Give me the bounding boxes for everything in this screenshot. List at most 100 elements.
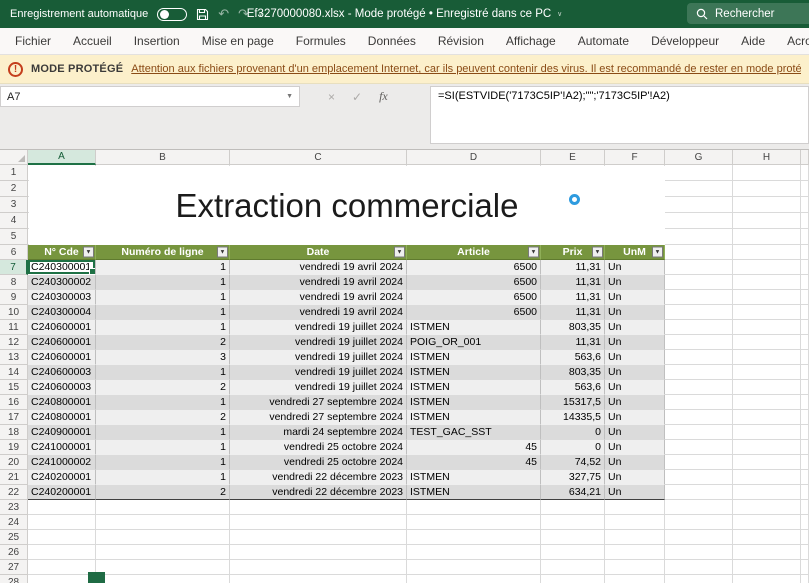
cell-A26[interactable] [28, 545, 96, 560]
row-header-17[interactable]: 17 [0, 410, 28, 425]
row-header-24[interactable]: 24 [0, 515, 28, 530]
cell-C15[interactable]: vendredi 19 juillet 2024 [230, 380, 407, 395]
cell-G8[interactable] [665, 275, 733, 290]
cell-F6[interactable]: UnM▼ [605, 245, 665, 260]
cell-D22[interactable]: ISTMEN [407, 485, 541, 500]
cell-C26[interactable] [230, 545, 407, 560]
cell-G27[interactable] [665, 560, 733, 575]
cell-B18[interactable]: 1 [96, 425, 230, 440]
cell-G9[interactable] [665, 290, 733, 305]
row-header-7[interactable]: 7 [0, 260, 28, 275]
cell-H16[interactable] [733, 395, 801, 410]
cell-H27[interactable] [733, 560, 801, 575]
cell-B23[interactable] [96, 500, 230, 515]
cell-B15[interactable]: 2 [96, 380, 230, 395]
cell-E26[interactable] [541, 545, 605, 560]
cell-G13[interactable] [665, 350, 733, 365]
cell-F21[interactable]: Un [605, 470, 665, 485]
cell-B12[interactable]: 2 [96, 335, 230, 350]
cell-E11[interactable]: 803,35 [541, 320, 605, 335]
cell-D23[interactable] [407, 500, 541, 515]
cell-G7[interactable] [665, 260, 733, 275]
cell-C7[interactable]: vendredi 19 avril 2024 [230, 260, 407, 275]
cell-C19[interactable]: vendredi 25 octobre 2024 [230, 440, 407, 455]
cell-A13[interactable]: C240600001 [28, 350, 96, 365]
row-header-18[interactable]: 18 [0, 425, 28, 440]
cell-C10[interactable]: vendredi 19 avril 2024 [230, 305, 407, 320]
cell-A18[interactable]: C240900001 [28, 425, 96, 440]
cell-D27[interactable] [407, 560, 541, 575]
cell-H17[interactable] [733, 410, 801, 425]
cell-F28[interactable] [605, 575, 665, 583]
cell-B25[interactable] [96, 530, 230, 545]
row-header-19[interactable]: 19 [0, 440, 28, 455]
cell-H21[interactable] [733, 470, 801, 485]
insert-function-icon[interactable]: fx [379, 89, 388, 104]
cell-A21[interactable]: C240200001 [28, 470, 96, 485]
cell-E27[interactable] [541, 560, 605, 575]
row-header-13[interactable]: 13 [0, 350, 28, 365]
row-header-22[interactable]: 22 [0, 485, 28, 500]
cell-A20[interactable]: C241000002 [28, 455, 96, 470]
undo-icon[interactable]: ↶ [218, 6, 229, 22]
cell-F26[interactable] [605, 545, 665, 560]
cell-H7[interactable] [733, 260, 801, 275]
cell-E21[interactable]: 327,75 [541, 470, 605, 485]
cell-D25[interactable] [407, 530, 541, 545]
cell-B7[interactable]: 1 [96, 260, 230, 275]
cell-D10[interactable]: 6500 [407, 305, 541, 320]
cell-H20[interactable] [733, 455, 801, 470]
cell-C23[interactable] [230, 500, 407, 515]
sheet-title[interactable]: Extraction commerciale [29, 166, 665, 245]
tab-acro[interactable]: Acro [776, 28, 809, 54]
cell-G1[interactable] [665, 165, 733, 181]
cell-A9[interactable]: C240300003 [28, 290, 96, 305]
cell-H13[interactable] [733, 350, 801, 365]
cell-G3[interactable] [665, 197, 733, 213]
row-header-11[interactable]: 11 [0, 320, 28, 335]
cell-G4[interactable] [665, 213, 733, 229]
cell-A11[interactable]: C240600001 [28, 320, 96, 335]
tab-fichier[interactable]: Fichier [4, 28, 62, 54]
cell-F24[interactable] [605, 515, 665, 530]
column-header-C[interactable]: C [230, 150, 407, 165]
cell-E24[interactable] [541, 515, 605, 530]
cell-D12[interactable]: POIG_OR_001 [407, 335, 541, 350]
tab-aide[interactable]: Aide [730, 28, 776, 54]
cell-G16[interactable] [665, 395, 733, 410]
cell-B6[interactable]: Numéro de ligne▼ [96, 245, 230, 260]
cell-E14[interactable]: 803,35 [541, 365, 605, 380]
cell-A27[interactable] [28, 560, 96, 575]
row-header-3[interactable]: 3 [0, 197, 28, 213]
cell-H1[interactable] [733, 165, 801, 181]
cell-G14[interactable] [665, 365, 733, 380]
tab-accueil[interactable]: Accueil [62, 28, 123, 54]
tab-affichage[interactable]: Affichage [495, 28, 567, 54]
filter-icon[interactable]: ▼ [394, 247, 405, 258]
cell-H12[interactable] [733, 335, 801, 350]
cell-H24[interactable] [733, 515, 801, 530]
column-header-E[interactable]: E [541, 150, 605, 165]
cell-F9[interactable]: Un [605, 290, 665, 305]
cell-H22[interactable] [733, 485, 801, 500]
tab-insertion[interactable]: Insertion [123, 28, 191, 54]
cell-B26[interactable] [96, 545, 230, 560]
cell-H8[interactable] [733, 275, 801, 290]
cell-D8[interactable]: 6500 [407, 275, 541, 290]
cell-C27[interactable] [230, 560, 407, 575]
cell-E23[interactable] [541, 500, 605, 515]
cell-E9[interactable]: 11,31 [541, 290, 605, 305]
document-title[interactable]: Ef3270000080.xlsx - Mode protégé • Enreg… [247, 0, 563, 28]
row-header-5[interactable]: 5 [0, 229, 28, 245]
tab-données[interactable]: Données [357, 28, 427, 54]
cell-F12[interactable]: Un [605, 335, 665, 350]
row-header-9[interactable]: 9 [0, 290, 28, 305]
cell-H5[interactable] [733, 229, 801, 245]
cell-C13[interactable]: vendredi 19 juillet 2024 [230, 350, 407, 365]
cell-E19[interactable]: 0 [541, 440, 605, 455]
cell-C24[interactable] [230, 515, 407, 530]
column-header-G[interactable]: G [665, 150, 733, 165]
filter-icon[interactable]: ▼ [652, 247, 663, 258]
cell-F14[interactable]: Un [605, 365, 665, 380]
column-header-B[interactable]: B [96, 150, 230, 165]
